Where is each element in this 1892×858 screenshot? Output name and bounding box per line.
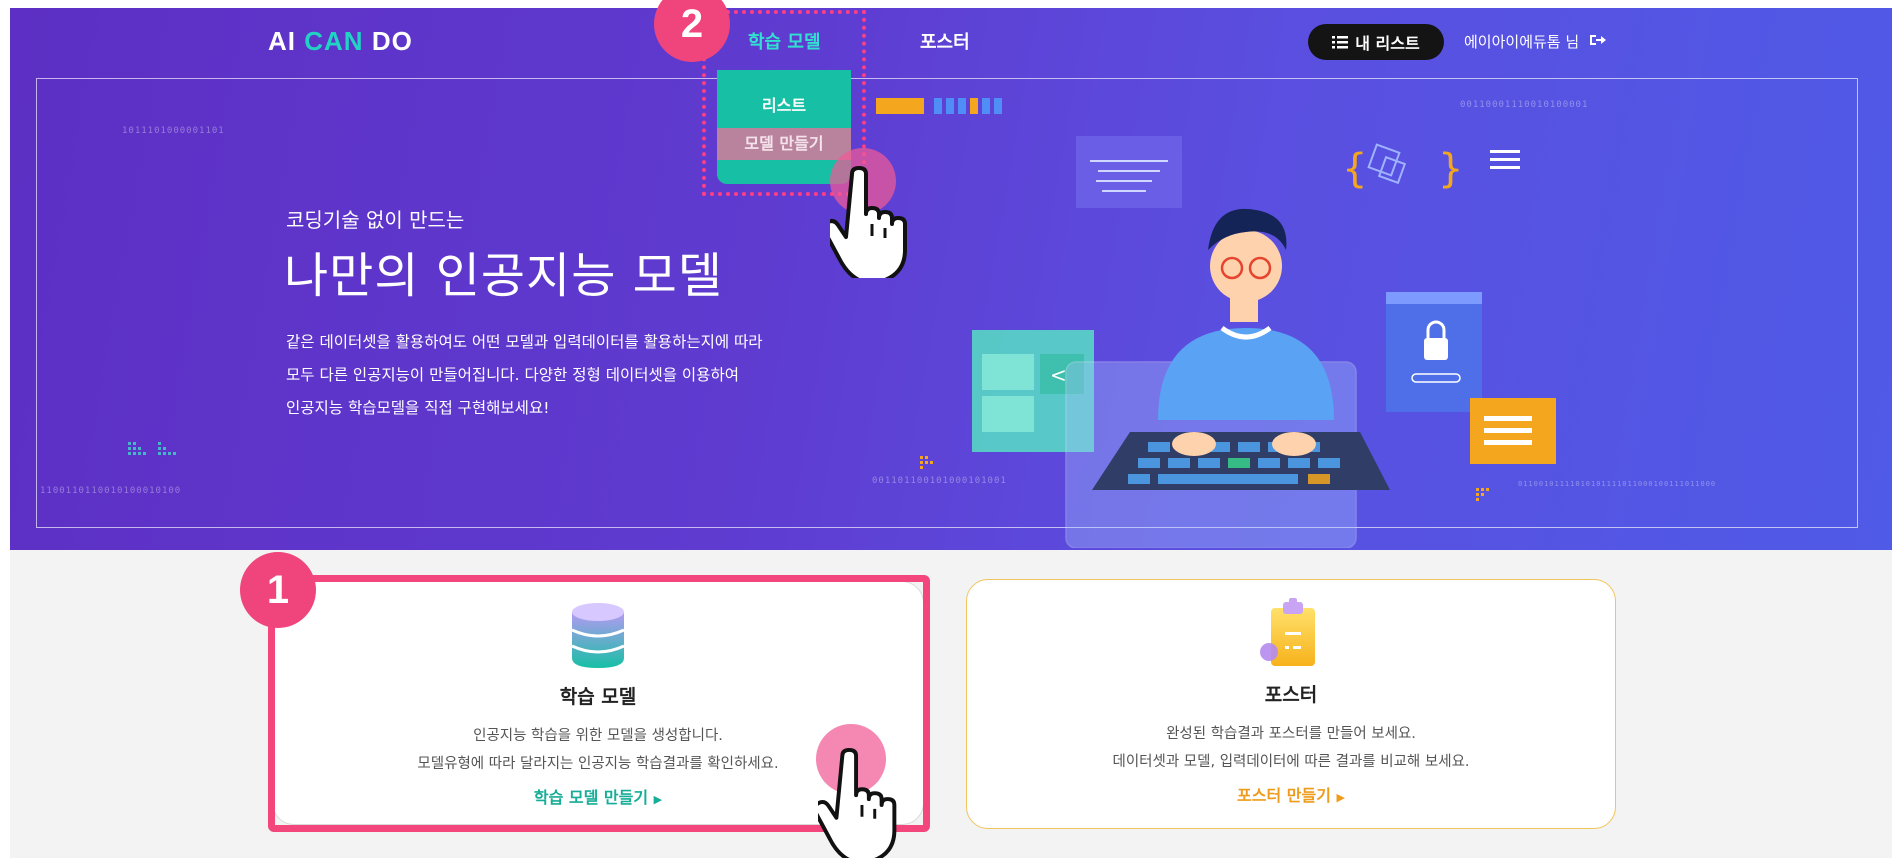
caret-right-icon: ▶ (1336, 791, 1345, 804)
hero-description: 같은 데이터셋을 활용하여도 어떤 모델과 입력데이터를 활용하는지에 따라 모… (286, 326, 826, 425)
card-title: 포스터 (1264, 684, 1318, 706)
user-name: 에이아이에듀톰 님 (1464, 33, 1580, 51)
binary-decoration: 1100110110010100010100 (40, 486, 182, 496)
clipboard-icon (1260, 598, 1315, 666)
step1-badge: 1 (240, 552, 316, 628)
pixel-dots-decoration (128, 442, 176, 455)
svg-text:{: { (1342, 146, 1367, 192)
card-description: 완성된 학습결과 포스터를 만들어 보세요. 데이터셋과 모델, 입력데이터에 … (967, 720, 1615, 776)
card-description-line: 완성된 학습결과 포스터를 만들어 보세요. (1166, 726, 1416, 742)
card-link-label: 포스터 만들기 (1237, 786, 1331, 805)
logo-part-do: DO (371, 26, 413, 56)
svg-text:}: } (1438, 146, 1463, 192)
hero-description-line: 같은 데이터셋을 활용하여도 어떤 모델과 입력데이터를 활용하는지에 따라 (286, 333, 763, 351)
hero-subtitle: 코딩기술 없이 만드는 (286, 208, 465, 232)
list-icon (1332, 36, 1349, 49)
page: 1011101000001101 1100110110010100010100 … (0, 0, 1892, 858)
svg-text:<: < (1050, 363, 1067, 387)
my-list-button[interactable]: 내 리스트 (1308, 24, 1444, 60)
developer-illustration: { } < (876, 98, 1556, 548)
binary-decoration: 1011101000001101 (122, 126, 225, 136)
my-list-label: 내 리스트 (1355, 34, 1420, 53)
create-poster-link[interactable]: 포스터 만들기 ▶ (967, 782, 1615, 806)
logo-part-ai: AI (268, 26, 296, 56)
hand-pointer-icon (818, 748, 897, 858)
logout-icon[interactable] (1588, 31, 1606, 49)
hero-banner: 1011101000001101 1100110110010100010100 … (10, 8, 1892, 550)
hero-description-line: 모두 다른 인공지능이 만들어집니다. 다양한 정형 데이터셋을 이용하여 (286, 366, 739, 384)
hero-description-line: 인공지능 학습모델을 직접 구현해보세요! (286, 399, 550, 417)
hero-title: 나만의 인공지능 모델 (284, 248, 723, 304)
card-description-line: 데이터셋과 모델, 입력데이터에 따른 결과를 비교해 보세요. (1112, 754, 1470, 770)
logo-part-can: CAN (304, 26, 364, 56)
card-poster[interactable]: 포스터 완성된 학습결과 포스터를 만들어 보세요. 데이터셋과 모델, 입력데… (966, 579, 1616, 829)
hand-pointer-icon (830, 166, 907, 278)
nav-poster[interactable]: 포스터 (920, 28, 970, 54)
site-logo[interactable]: AI CAN DO (268, 26, 413, 57)
